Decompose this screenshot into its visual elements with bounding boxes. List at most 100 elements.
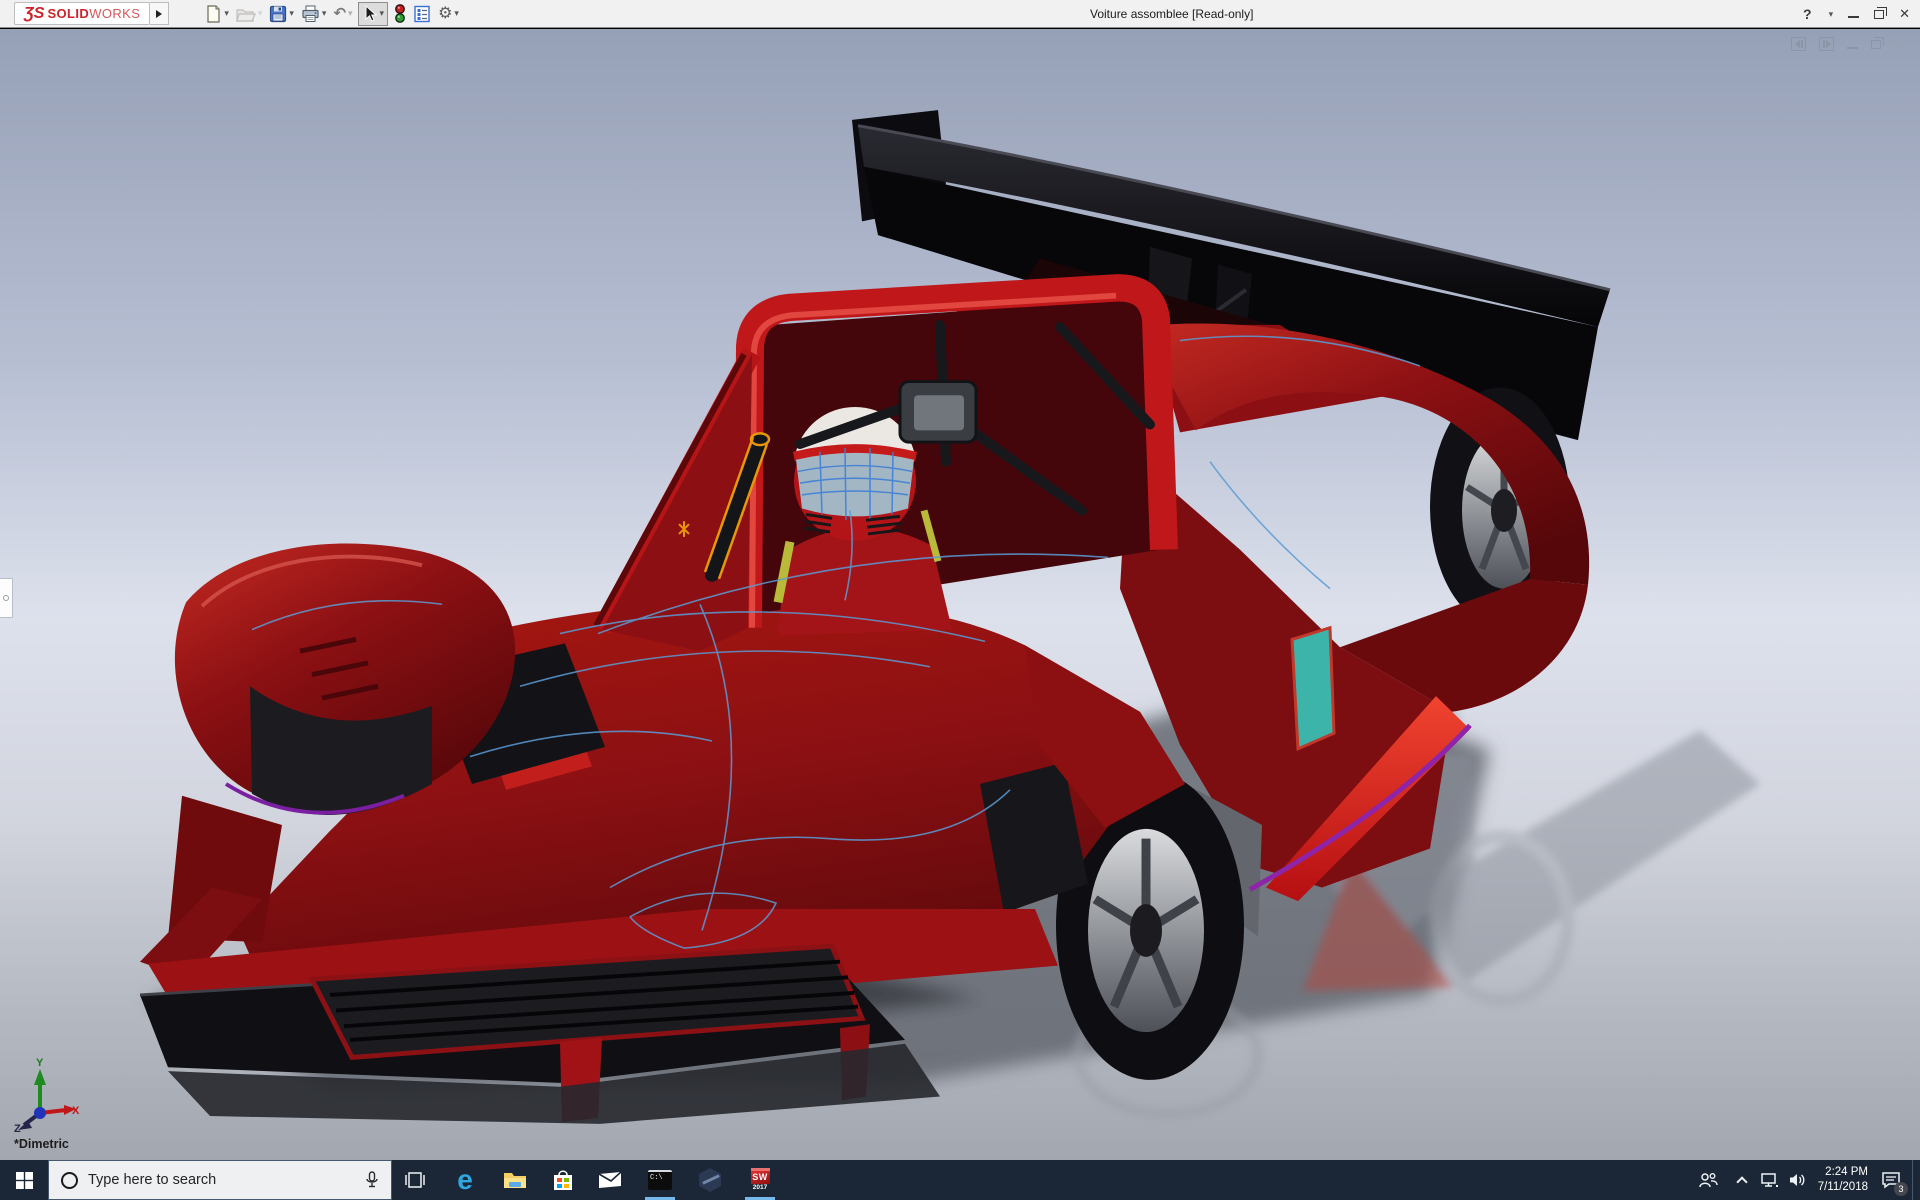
minimize-button[interactable] <box>1848 16 1860 18</box>
helmet-visor <box>796 452 914 517</box>
brand-text-solid: SOLID <box>47 6 90 21</box>
help-button[interactable]: ? <box>1803 6 1812 22</box>
save-button[interactable]: ▾ <box>267 2 296 26</box>
open-button[interactable]: ▾ <box>234 2 265 26</box>
save-caret-icon[interactable]: ▾ <box>289 9 294 18</box>
model-render[interactable] <box>0 29 1920 1160</box>
notification-badge: 3 <box>1894 1182 1908 1196</box>
sw-year-label: 2017 <box>752 1184 768 1192</box>
taskbar-app-store[interactable] <box>539 1160 587 1200</box>
edge-icon: e <box>457 1164 473 1195</box>
new-document-icon <box>207 4 220 23</box>
triangle-left-icon <box>1794 40 1800 48</box>
open-caret-icon[interactable]: ▾ <box>258 9 263 18</box>
show-desktop-button[interactable] <box>1912 1160 1920 1200</box>
clock-time: 2:24 PM <box>1825 1166 1868 1179</box>
network-icon <box>1761 1173 1778 1187</box>
select-button[interactable]: ▾ <box>357 1 389 26</box>
triad-z-label: Z <box>14 1123 21 1135</box>
solidworks-mark-icon: ƷS <box>24 4 45 22</box>
panel-splitter-handle[interactable] <box>0 578 13 618</box>
taskbar-app-solidworks[interactable]: SW 2017 <box>736 1160 784 1200</box>
titlebar: ƷS SOLID WORKS ▾ ▾ ▾ ▾ ↶ ▾ ▾ ⚙ ▾ Voiture… <box>0 0 1920 28</box>
flyout-arrow-icon <box>156 9 163 18</box>
search-input[interactable]: Type here to search <box>48 1160 392 1200</box>
gear-icon: ⚙ <box>438 4 453 22</box>
taskbar-app-command-prompt[interactable]: C:\ <box>636 1160 684 1200</box>
undo-button[interactable]: ↶ ▾ <box>331 2 354 26</box>
action-center-button[interactable]: 3 <box>1872 1160 1910 1200</box>
taskbar-app-edge[interactable]: e <box>441 1160 489 1200</box>
mail-icon <box>598 1171 622 1188</box>
options-button[interactable]: ⚙ ▾ <box>436 2 461 26</box>
chevron-up-icon <box>1736 1176 1748 1188</box>
side-window[interactable] <box>1290 625 1336 752</box>
taskbar-app-mail[interactable] <box>586 1160 634 1200</box>
standard-toolbar: ▾ ▾ ▾ ▾ ↶ ▾ ▾ ⚙ ▾ <box>203 1 464 26</box>
undo-icon: ↶ <box>333 5 347 22</box>
splitter-dot-icon <box>3 595 9 601</box>
help-caret-icon[interactable]: ▾ <box>1829 9 1834 19</box>
tray-overflow-button[interactable] <box>1728 1160 1756 1200</box>
side-mirror[interactable] <box>898 380 978 444</box>
taskbar-app-hexagon[interactable] <box>686 1160 734 1200</box>
store-icon <box>554 1169 572 1190</box>
rebuild-button[interactable] <box>392 2 408 26</box>
doc-restore-button[interactable] <box>1871 36 1885 49</box>
graphics-viewport[interactable]: ✕ Y X Z *Dimetric <box>0 29 1920 1160</box>
print-button[interactable]: ▾ <box>299 2 329 26</box>
brand-text-works: WORKS <box>89 6 141 21</box>
hexagon-app-icon <box>699 1168 721 1192</box>
file-properties-icon <box>414 5 430 22</box>
solidworks-window: ƷS SOLID WORKS ▾ ▾ ▾ ▾ ↶ ▾ ▾ ⚙ ▾ Voiture… <box>0 0 1920 1200</box>
restore-button[interactable] <box>1874 6 1888 19</box>
save-floppy-icon <box>270 5 287 22</box>
orientation-triad: Y X Z <box>6 1057 86 1141</box>
print-caret-icon[interactable]: ▾ <box>322 9 327 18</box>
rebuild-traffic-light-icon <box>395 4 405 23</box>
document-title: Voiture assomblee [Read-only] <box>1090 7 1254 21</box>
triad-y-label: Y <box>36 1057 44 1069</box>
triangle-right-icon <box>1825 40 1831 48</box>
doc-minimize-button[interactable] <box>1847 46 1859 49</box>
cortana-icon <box>61 1171 78 1189</box>
open-folder-icon <box>236 8 256 22</box>
window-controls: ? ▾ ✕ <box>1803 0 1910 28</box>
show-left-pane-button[interactable] <box>1791 37 1807 51</box>
view-orientation-label: *Dimetric <box>14 1137 69 1151</box>
undo-caret-icon[interactable]: ▾ <box>348 9 353 18</box>
close-button[interactable]: ✕ <box>1899 6 1910 22</box>
pane-bar-icon <box>1822 40 1825 48</box>
microphone-icon[interactable] <box>365 1171 379 1189</box>
sw-cube-icon: SW <box>750 1168 770 1185</box>
start-button[interactable] <box>0 1160 48 1200</box>
windows-logo-icon <box>15 1171 33 1189</box>
people-icon <box>1699 1173 1718 1188</box>
file-explorer-icon <box>504 1173 526 1188</box>
solidworks-2017-icon: SW 2017 <box>750 1168 770 1192</box>
taskbar-app-file-explorer[interactable] <box>491 1160 539 1200</box>
search-placeholder-text: Type here to search <box>88 1172 217 1188</box>
options-caret-icon[interactable]: ▾ <box>454 9 459 18</box>
windows-taskbar: Type here to search e C:\ SW 2017 2:24 P… <box>0 1160 1920 1200</box>
command-prompt-icon-text: C:\ <box>650 1174 663 1182</box>
tray-people-button[interactable] <box>1692 1160 1724 1200</box>
new-document-button[interactable]: ▾ <box>203 2 231 26</box>
select-caret-icon[interactable]: ▾ <box>380 9 385 18</box>
task-view-button[interactable] <box>392 1160 438 1200</box>
doc-close-button[interactable]: ✕ <box>1894 37 1906 51</box>
task-view-icon <box>405 1172 425 1188</box>
select-cursor-icon <box>365 4 377 22</box>
document-window-controls: ✕ <box>1791 36 1906 51</box>
command-prompt-icon: C:\ <box>648 1170 672 1190</box>
clock-date: 7/11/2018 <box>1817 1181 1868 1193</box>
file-properties-button[interactable] <box>411 2 433 26</box>
new-caret-icon[interactable]: ▾ <box>224 9 229 18</box>
menu-flyout-button[interactable] <box>150 2 170 25</box>
show-right-pane-button[interactable] <box>1819 37 1835 51</box>
tray-network-button[interactable] <box>1756 1160 1784 1200</box>
triad-x-label: X <box>72 1105 80 1117</box>
tray-clock[interactable]: 2:24 PM 7/11/2018 <box>1800 1160 1870 1200</box>
solidworks-logo: ƷS SOLID WORKS <box>14 2 151 25</box>
print-icon <box>302 5 319 22</box>
